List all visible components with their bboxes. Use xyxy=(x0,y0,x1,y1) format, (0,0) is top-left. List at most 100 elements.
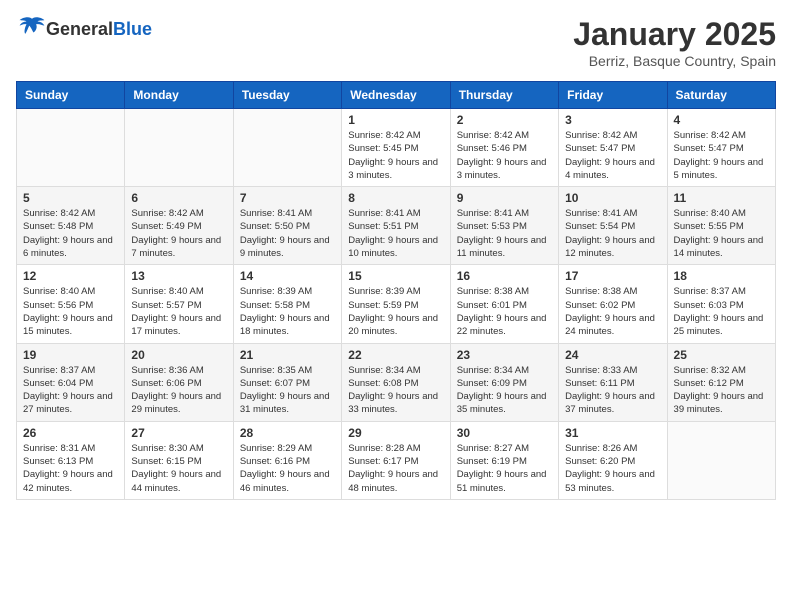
day-info: Sunrise: 8:36 AM Sunset: 6:06 PM Dayligh… xyxy=(131,364,226,417)
day-info: Sunrise: 8:42 AM Sunset: 5:48 PM Dayligh… xyxy=(23,207,118,260)
calendar-cell: 17 Sunrise: 8:38 AM Sunset: 6:02 PM Dayli… xyxy=(559,265,667,343)
calendar-week-row: 19Sunrise: 8:37 AM Sunset: 6:04 PM Dayli… xyxy=(17,343,776,421)
day-info: Sunrise: 8:41 AM Sunset: 5:53 PM Dayligh… xyxy=(457,207,552,260)
weekday-header-wednesday: Wednesday xyxy=(342,82,450,109)
day-info: Sunrise: 8:37 AM Sunset: 6:04 PM Dayligh… xyxy=(23,364,118,417)
calendar-cell: 12 Sunrise: 8:40 AM Sunset: 5:56 PM Dayli… xyxy=(17,265,125,343)
weekday-header-tuesday: Tuesday xyxy=(233,82,341,109)
calendar-cell: 28 Sunrise: 8:29 AM Sunset: 6:16 PM Dayli… xyxy=(233,421,341,499)
calendar-cell: 25 Sunrise: 8:32 AM Sunset: 6:12 PM Dayli… xyxy=(667,343,775,421)
calendar-cell: 5 Sunrise: 8:42 AM Sunset: 5:48 PM Daylig… xyxy=(17,187,125,265)
day-info: Sunrise: 8:42 AM Sunset: 5:49 PM Dayligh… xyxy=(131,207,226,260)
day-number: 21 xyxy=(240,348,335,362)
calendar-cell: 13 Sunrise: 8:40 AM Sunset: 5:57 PM Dayli… xyxy=(125,265,233,343)
day-number: 20 xyxy=(131,348,226,362)
calendar-week-row: 26 Sunrise: 8:31 AM Sunset: 6:13 PM Dayli… xyxy=(17,421,776,499)
day-info: Sunrise: 8:37 AM Sunset: 6:03 PM Dayligh… xyxy=(674,285,769,338)
day-info: Sunrise: 8:32 AM Sunset: 6:12 PM Dayligh… xyxy=(674,364,769,417)
day-info: Sunrise: 8:33 AM Sunset: 6:11 PM Dayligh… xyxy=(565,364,660,417)
calendar-cell xyxy=(17,109,125,187)
title-block: January 2025 Berriz, Basque Country, Spa… xyxy=(573,16,776,69)
page-header: GeneralBlue January 2025 Berriz, Basque … xyxy=(16,16,776,69)
calendar-cell: 19Sunrise: 8:37 AM Sunset: 6:04 PM Dayli… xyxy=(17,343,125,421)
day-number: 28 xyxy=(240,426,335,440)
day-number: 26 xyxy=(23,426,118,440)
logo-bird-icon xyxy=(18,16,46,38)
day-number: 15 xyxy=(348,269,443,283)
day-info: Sunrise: 8:42 AM Sunset: 5:45 PM Dayligh… xyxy=(348,129,443,182)
day-number: 1 xyxy=(348,113,443,127)
day-number: 4 xyxy=(674,113,769,127)
day-info: Sunrise: 8:40 AM Sunset: 5:56 PM Dayligh… xyxy=(23,285,118,338)
calendar-cell: 22 Sunrise: 8:34 AM Sunset: 6:08 PM Dayli… xyxy=(342,343,450,421)
calendar-cell: 3Sunrise: 8:42 AM Sunset: 5:47 PM Daylig… xyxy=(559,109,667,187)
calendar-week-row: 12 Sunrise: 8:40 AM Sunset: 5:56 PM Dayli… xyxy=(17,265,776,343)
day-info: Sunrise: 8:35 AM Sunset: 6:07 PM Dayligh… xyxy=(240,364,335,417)
day-number: 14 xyxy=(240,269,335,283)
day-info: Sunrise: 8:42 AM Sunset: 5:47 PM Dayligh… xyxy=(674,129,769,182)
weekday-header-monday: Monday xyxy=(125,82,233,109)
weekday-header-friday: Friday xyxy=(559,82,667,109)
calendar-cell: 6Sunrise: 8:42 AM Sunset: 5:49 PM Daylig… xyxy=(125,187,233,265)
day-info: Sunrise: 8:30 AM Sunset: 6:15 PM Dayligh… xyxy=(131,442,226,495)
day-number: 13 xyxy=(131,269,226,283)
calendar-cell: 2 Sunrise: 8:42 AM Sunset: 5:46 PM Daylig… xyxy=(450,109,558,187)
day-info: Sunrise: 8:42 AM Sunset: 5:47 PM Dayligh… xyxy=(565,129,660,182)
logo: GeneralBlue xyxy=(16,16,152,43)
day-number: 8 xyxy=(348,191,443,205)
day-number: 22 xyxy=(348,348,443,362)
day-info: Sunrise: 8:28 AM Sunset: 6:17 PM Dayligh… xyxy=(348,442,443,495)
calendar-cell: 11 Sunrise: 8:40 AM Sunset: 5:55 PM Dayli… xyxy=(667,187,775,265)
day-info: Sunrise: 8:40 AM Sunset: 5:57 PM Dayligh… xyxy=(131,285,226,338)
day-info: Sunrise: 8:41 AM Sunset: 5:54 PM Dayligh… xyxy=(565,207,660,260)
calendar-cell: 9Sunrise: 8:41 AM Sunset: 5:53 PM Daylig… xyxy=(450,187,558,265)
location-subtitle: Berriz, Basque Country, Spain xyxy=(573,53,776,69)
calendar-cell xyxy=(125,109,233,187)
day-number: 31 xyxy=(565,426,660,440)
calendar-cell xyxy=(667,421,775,499)
calendar-cell: 18Sunrise: 8:37 AM Sunset: 6:03 PM Dayli… xyxy=(667,265,775,343)
day-number: 23 xyxy=(457,348,552,362)
day-info: Sunrise: 8:39 AM Sunset: 5:58 PM Dayligh… xyxy=(240,285,335,338)
month-title: January 2025 xyxy=(573,16,776,53)
weekday-header-saturday: Saturday xyxy=(667,82,775,109)
calendar-cell: 15 Sunrise: 8:39 AM Sunset: 5:59 PM Dayli… xyxy=(342,265,450,343)
day-info: Sunrise: 8:40 AM Sunset: 5:55 PM Dayligh… xyxy=(674,207,769,260)
calendar-cell: 21 Sunrise: 8:35 AM Sunset: 6:07 PM Dayli… xyxy=(233,343,341,421)
day-number: 7 xyxy=(240,191,335,205)
day-info: Sunrise: 8:34 AM Sunset: 6:09 PM Dayligh… xyxy=(457,364,552,417)
day-number: 27 xyxy=(131,426,226,440)
calendar-cell: 4 Sunrise: 8:42 AM Sunset: 5:47 PM Daylig… xyxy=(667,109,775,187)
calendar-cell: 16Sunrise: 8:38 AM Sunset: 6:01 PM Dayli… xyxy=(450,265,558,343)
day-number: 10 xyxy=(565,191,660,205)
day-number: 29 xyxy=(348,426,443,440)
day-info: Sunrise: 8:29 AM Sunset: 6:16 PM Dayligh… xyxy=(240,442,335,495)
day-number: 2 xyxy=(457,113,552,127)
day-number: 12 xyxy=(23,269,118,283)
day-info: Sunrise: 8:38 AM Sunset: 6:01 PM Dayligh… xyxy=(457,285,552,338)
day-number: 24 xyxy=(565,348,660,362)
logo-blue-text: Blue xyxy=(113,19,152,39)
day-info: Sunrise: 8:42 AM Sunset: 5:46 PM Dayligh… xyxy=(457,129,552,182)
calendar-cell: 14 Sunrise: 8:39 AM Sunset: 5:58 PM Dayli… xyxy=(233,265,341,343)
weekday-header-sunday: Sunday xyxy=(17,82,125,109)
calendar-cell: 24 Sunrise: 8:33 AM Sunset: 6:11 PM Dayli… xyxy=(559,343,667,421)
calendar-cell: 1 Sunrise: 8:42 AM Sunset: 5:45 PM Daylig… xyxy=(342,109,450,187)
calendar-cell: 10 Sunrise: 8:41 AM Sunset: 5:54 PM Dayli… xyxy=(559,187,667,265)
day-info: Sunrise: 8:38 AM Sunset: 6:02 PM Dayligh… xyxy=(565,285,660,338)
calendar-table: SundayMondayTuesdayWednesdayThursdayFrid… xyxy=(16,81,776,500)
day-number: 17 xyxy=(565,269,660,283)
weekday-header-row: SundayMondayTuesdayWednesdayThursdayFrid… xyxy=(17,82,776,109)
day-number: 11 xyxy=(674,191,769,205)
day-info: Sunrise: 8:34 AM Sunset: 6:08 PM Dayligh… xyxy=(348,364,443,417)
day-number: 5 xyxy=(23,191,118,205)
day-number: 30 xyxy=(457,426,552,440)
weekday-header-thursday: Thursday xyxy=(450,82,558,109)
day-info: Sunrise: 8:31 AM Sunset: 6:13 PM Dayligh… xyxy=(23,442,118,495)
calendar-cell: 30Sunrise: 8:27 AM Sunset: 6:19 PM Dayli… xyxy=(450,421,558,499)
day-info: Sunrise: 8:39 AM Sunset: 5:59 PM Dayligh… xyxy=(348,285,443,338)
day-number: 25 xyxy=(674,348,769,362)
calendar-cell: 20 Sunrise: 8:36 AM Sunset: 6:06 PM Dayli… xyxy=(125,343,233,421)
day-info: Sunrise: 8:26 AM Sunset: 6:20 PM Dayligh… xyxy=(565,442,660,495)
calendar-cell: 31 Sunrise: 8:26 AM Sunset: 6:20 PM Dayli… xyxy=(559,421,667,499)
